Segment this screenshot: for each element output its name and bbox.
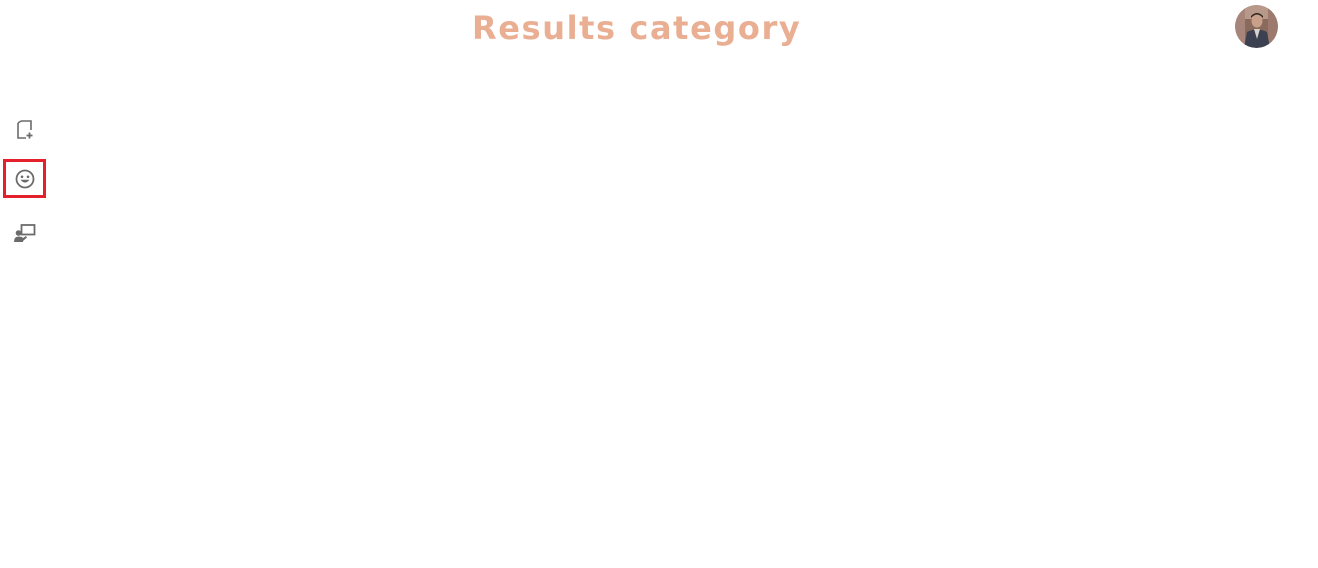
sidebar — [0, 0, 50, 568]
sidebar-item-add-page[interactable] — [3, 109, 46, 148]
presenter-icon — [13, 223, 35, 242]
sidebar-item-presenter[interactable] — [3, 213, 46, 252]
add-page-icon — [16, 119, 32, 139]
user-photo-avatar-icon — [1235, 5, 1278, 48]
page: Results category — [0, 0, 1318, 568]
avatar[interactable] — [1235, 5, 1278, 48]
sidebar-item-smiley[interactable] — [3, 159, 46, 198]
smiley-icon — [15, 169, 34, 188]
page-title: Results category — [472, 9, 802, 47]
